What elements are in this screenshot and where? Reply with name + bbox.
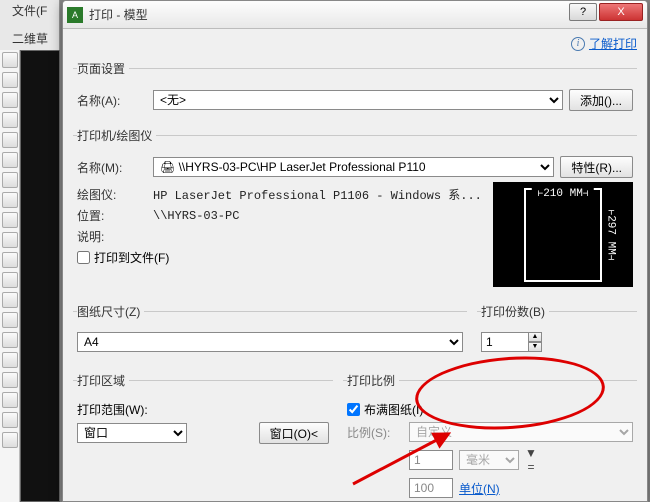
print-dialog: A 打印 - 模型 ? X i 了解打印 页面设置 名称(A): <无> 添加(…	[62, 0, 648, 502]
plotter-label: 绘图仪:	[77, 186, 147, 203]
toolbar-button[interactable]	[2, 432, 18, 448]
toolbar-button[interactable]	[2, 272, 18, 288]
toolbar-button[interactable]	[2, 192, 18, 208]
printer-name-label: 名称(M):	[77, 159, 147, 176]
paper-size-select[interactable]: A4	[77, 332, 463, 352]
toolbar-button[interactable]	[2, 252, 18, 268]
titlebar[interactable]: A 打印 - 模型 ? X	[63, 1, 647, 29]
plot-scale-legend: 打印比例	[347, 372, 399, 389]
dialog-title: 打印 - 模型	[89, 6, 148, 23]
toolbar-button[interactable]	[2, 372, 18, 388]
toolbar-button[interactable]	[2, 232, 18, 248]
location-label: 位置:	[77, 207, 147, 224]
toolbar-button[interactable]	[2, 292, 18, 308]
printer-name-select[interactable]: 🖨 \\HYRS-03-PC\HP LaserJet Professional …	[153, 157, 554, 177]
scale-unit1-select[interactable]: 毫米	[459, 450, 519, 470]
page-setup-name-label: 名称(A):	[77, 92, 147, 109]
toolbar-button[interactable]	[2, 112, 18, 128]
copies-up-button[interactable]: ▲	[528, 332, 542, 342]
page-setup-add-button[interactable]: 添加()...	[569, 89, 633, 111]
plot-area-legend: 打印区域	[77, 372, 129, 389]
scale-ratio-select[interactable]: 自定义	[409, 422, 633, 442]
page-setup-legend: 页面设置	[77, 60, 129, 77]
toolbar-button[interactable]	[2, 172, 18, 188]
description-label: 说明:	[77, 228, 147, 245]
learn-about-printing-link[interactable]: 了解打印	[589, 35, 637, 52]
toolbar-button[interactable]	[2, 352, 18, 368]
toolbar-button[interactable]	[2, 52, 18, 68]
window-pick-button[interactable]: 窗口(O)<	[259, 422, 329, 444]
paper-size-legend: 图纸尺寸(Z)	[77, 303, 144, 320]
toolbar-button[interactable]	[2, 392, 18, 408]
fit-to-paper-checkbox[interactable]	[347, 403, 360, 416]
scale-unit2-link[interactable]: 单位(N)	[459, 480, 500, 497]
plot-range-label: 打印范围(W):	[77, 401, 148, 418]
copies-legend: 打印份数(B)	[481, 303, 549, 320]
toolbar-label-fragment: 二维草	[12, 30, 48, 47]
plot-area-group: 打印区域 打印范围(W): 窗口 窗口(O)<	[73, 372, 333, 502]
copies-group: 打印份数(B) ▲ ▼	[477, 303, 637, 362]
help-window-button[interactable]: ?	[569, 3, 597, 21]
scale-value2-input[interactable]	[409, 478, 453, 498]
equals-icon: ▼ =	[525, 446, 537, 474]
print-to-file-checkbox[interactable]	[77, 251, 90, 264]
printer-legend: 打印机/绘图仪	[77, 127, 156, 144]
location-value: \\HYRS-03-PC	[153, 209, 239, 223]
plot-range-select[interactable]: 窗口	[77, 423, 187, 443]
paper-preview: ⊢210 MM⊣ ⊢297 MM⊣	[493, 182, 633, 287]
copies-down-button[interactable]: ▼	[528, 342, 542, 352]
print-to-file-label: 打印到文件(F)	[94, 249, 169, 266]
toolbar-button[interactable]	[2, 312, 18, 328]
toolbar-button[interactable]	[2, 72, 18, 88]
drawing-area-fragment	[20, 50, 60, 502]
left-toolbar	[0, 50, 20, 502]
app-icon: A	[67, 7, 83, 23]
toolbar-button[interactable]	[2, 92, 18, 108]
toolbar-button[interactable]	[2, 152, 18, 168]
scale-value1-input[interactable]	[409, 450, 453, 470]
info-icon: i	[571, 37, 585, 51]
printer-group: 打印机/绘图仪 名称(M): 🖨 \\HYRS-03-PC\HP LaserJe…	[73, 127, 637, 293]
fit-to-paper-label: 布满图纸(I)	[364, 401, 423, 418]
app-background-edge: 文件(F 二维草	[0, 0, 60, 502]
toolbar-button[interactable]	[2, 332, 18, 348]
toolbar-button[interactable]	[2, 412, 18, 428]
toolbar-button[interactable]	[2, 132, 18, 148]
menu-fragment: 文件(F	[12, 2, 47, 19]
paper-size-group: 图纸尺寸(Z) A4	[73, 303, 467, 362]
close-window-button[interactable]: X	[599, 3, 643, 21]
toolbar-button[interactable]	[2, 212, 18, 228]
plot-scale-group: 打印比例 布满图纸(I) 比例(S): 自定义 毫米	[343, 372, 637, 502]
printer-properties-button[interactable]: 特性(R)...	[560, 156, 633, 178]
plotter-value: HP LaserJet Professional P1106 - Windows…	[153, 186, 482, 203]
page-setup-name-select[interactable]: <无>	[153, 90, 563, 110]
scale-ratio-label: 比例(S):	[347, 424, 403, 441]
page-setup-group: 页面设置 名称(A): <无> 添加()...	[73, 60, 637, 121]
copies-input[interactable]	[481, 332, 529, 352]
